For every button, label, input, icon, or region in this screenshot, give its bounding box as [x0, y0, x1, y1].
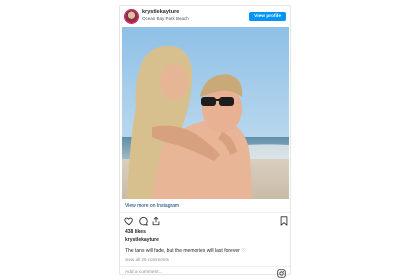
caption-text: The tans will fade, but the memories wil…	[125, 248, 246, 254]
caption-username[interactable]: krystlekayture	[125, 237, 159, 243]
heart-icon[interactable]	[124, 216, 134, 226]
user-info: krystlekayture Ocean Bay Park Beach	[142, 9, 189, 22]
username-link[interactable]: krystlekayture	[142, 9, 189, 16]
view-more-on-instagram-link[interactable]: View more on Instagram	[125, 203, 179, 209]
comment-icon[interactable]	[138, 216, 148, 226]
instagram-embed-card: krystlekayture Ocean Bay Park Beach View…	[119, 5, 291, 278]
bookmark-icon[interactable]	[279, 216, 289, 226]
like-count[interactable]: 438 likes	[125, 229, 146, 235]
add-comment-field[interactable]: Add a comment...	[125, 270, 163, 275]
post-photo[interactable]	[122, 27, 289, 199]
location-link[interactable]: Ocean Bay Park Beach	[142, 16, 189, 22]
view-all-comments-link[interactable]: view all 20 comments	[125, 257, 169, 262]
post-header: krystlekayture Ocean Bay Park Beach View…	[120, 6, 290, 27]
share-icon[interactable]	[151, 216, 161, 226]
footer-divider	[120, 266, 290, 267]
avatar[interactable]	[125, 10, 138, 23]
divider	[120, 212, 290, 213]
view-profile-button[interactable]: View profile	[249, 12, 286, 21]
instagram-icon[interactable]	[277, 269, 286, 278]
